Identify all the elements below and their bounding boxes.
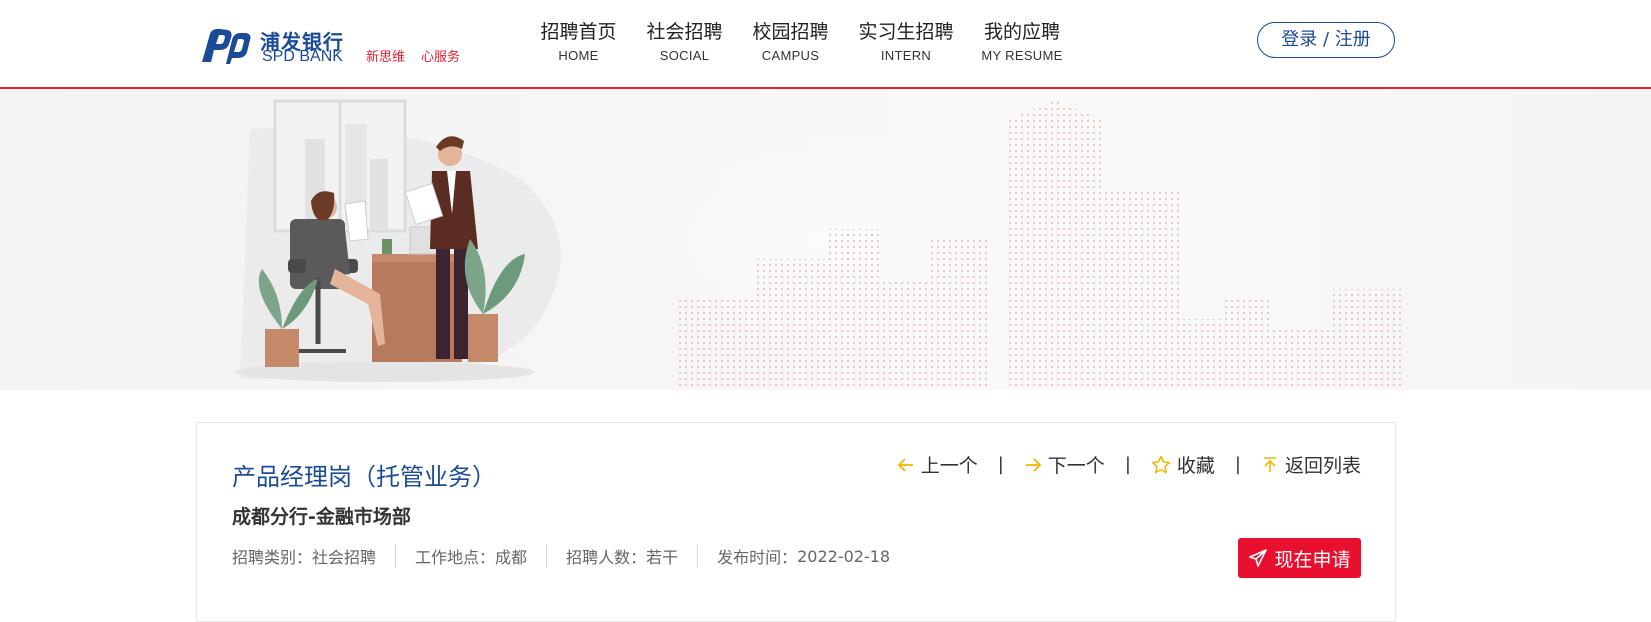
hero-banner [0,89,1651,390]
meta-publish-date: 发布时间： 2022-02-18 [717,544,890,568]
nav-home-label: 招聘首页 [540,21,617,43]
favorite-link[interactable]: 收藏 [1151,451,1215,478]
prev-job-label: 上一个 [920,455,978,477]
star-icon [1151,455,1171,473]
spd-logo-icon [202,28,251,64]
job-department: 成都分行-金融市场部 [232,506,411,528]
nav-campus-sublabel: CAMPUS [761,48,820,63]
nav-social-label: 社会招聘 [646,21,723,43]
meta-headcount-value: 若干 [646,548,679,567]
nav-my-resume-sublabel: MY RESUME [981,48,1063,63]
meta-divider [546,544,548,568]
arrow-right-icon [1025,457,1042,472]
action-separator: | [1234,454,1241,475]
meta-divider [395,544,397,568]
nav-campus[interactable]: 校园招聘 CAMPUS [752,20,829,63]
apply-now-label: 现在申请 [1274,548,1351,571]
meta-category-value: 社会招聘 [312,548,377,567]
nav-social-sublabel: SOCIAL [659,48,710,63]
meta-divider [697,544,699,568]
brand-name-en: SPD BANK [262,48,343,65]
paper-plane-icon [1249,549,1268,567]
next-job-link[interactable]: 下一个 [1024,451,1105,478]
job-detail-card: 产品经理岗（托管业务） 成都分行-金融市场部 招聘类别： 社会招聘 工作地点： … [196,422,1396,622]
meta-publish-date-label: 发布时间： [717,548,798,567]
top-header: 浦发银行 SPD BANK 新思维 心服务 招聘首页 HOME 社会招聘 SOCI… [0,0,1651,89]
nav-intern-sublabel: INTERN [880,48,932,63]
arrow-up-icon [1263,456,1276,472]
nav-my-resume-label: 我的应聘 [983,21,1060,43]
nav-home[interactable]: 招聘首页 HOME [540,20,617,63]
job-title: 产品经理岗（托管业务） [232,463,496,491]
job-meta: 招聘类别： 社会招聘 工作地点： 成都 招聘人数： 若干 发布时间： 2022-… [232,544,890,568]
nav-home-sublabel: HOME [558,48,599,63]
office-illustration [235,99,1403,390]
back-to-list-link[interactable]: 返回列表 [1261,451,1361,478]
favorite-label: 收藏 [1176,455,1215,477]
slogan-part-1: 新思维 [366,50,406,65]
meta-category: 招聘类别： 社会招聘 [232,544,376,568]
next-job-label: 下一个 [1047,455,1105,477]
meta-headcount: 招聘人数： 若干 [566,544,678,568]
login-register-button[interactable]: 登录 / 注册 [1257,22,1395,58]
meta-location: 工作地点： 成都 [415,544,527,568]
nav-social[interactable]: 社会招聘 SOCIAL [646,20,723,63]
slogan-part-2: 心服务 [421,50,461,65]
action-separator: | [1124,454,1131,475]
meta-location-label: 工作地点： [415,548,496,567]
arrow-left-icon [897,457,913,472]
back-to-list-label: 返回列表 [1284,455,1361,477]
meta-publish-date-value: 2022-02-18 [797,546,891,566]
apply-now-button[interactable]: 现在申请 [1238,538,1361,578]
nav-intern[interactable]: 实习生招聘 INTERN [858,20,954,63]
nav-intern-label: 实习生招聘 [858,21,954,43]
prev-job-link[interactable]: 上一个 [897,451,978,478]
nav-my-resume[interactable]: 我的应聘 MY RESUME [981,20,1063,63]
meta-headcount-label: 招聘人数： [566,548,647,567]
action-separator: | [997,454,1004,475]
meta-category-label: 招聘类别： [232,548,313,567]
meta-location-value: 成都 [495,548,528,567]
job-actions: 上一个 | 下一个 | 收藏 | 返回列表 [897,451,1361,478]
nav-campus-label: 校园招聘 [752,21,829,43]
brand-slogan: 新思维 心服务 [366,46,460,65]
